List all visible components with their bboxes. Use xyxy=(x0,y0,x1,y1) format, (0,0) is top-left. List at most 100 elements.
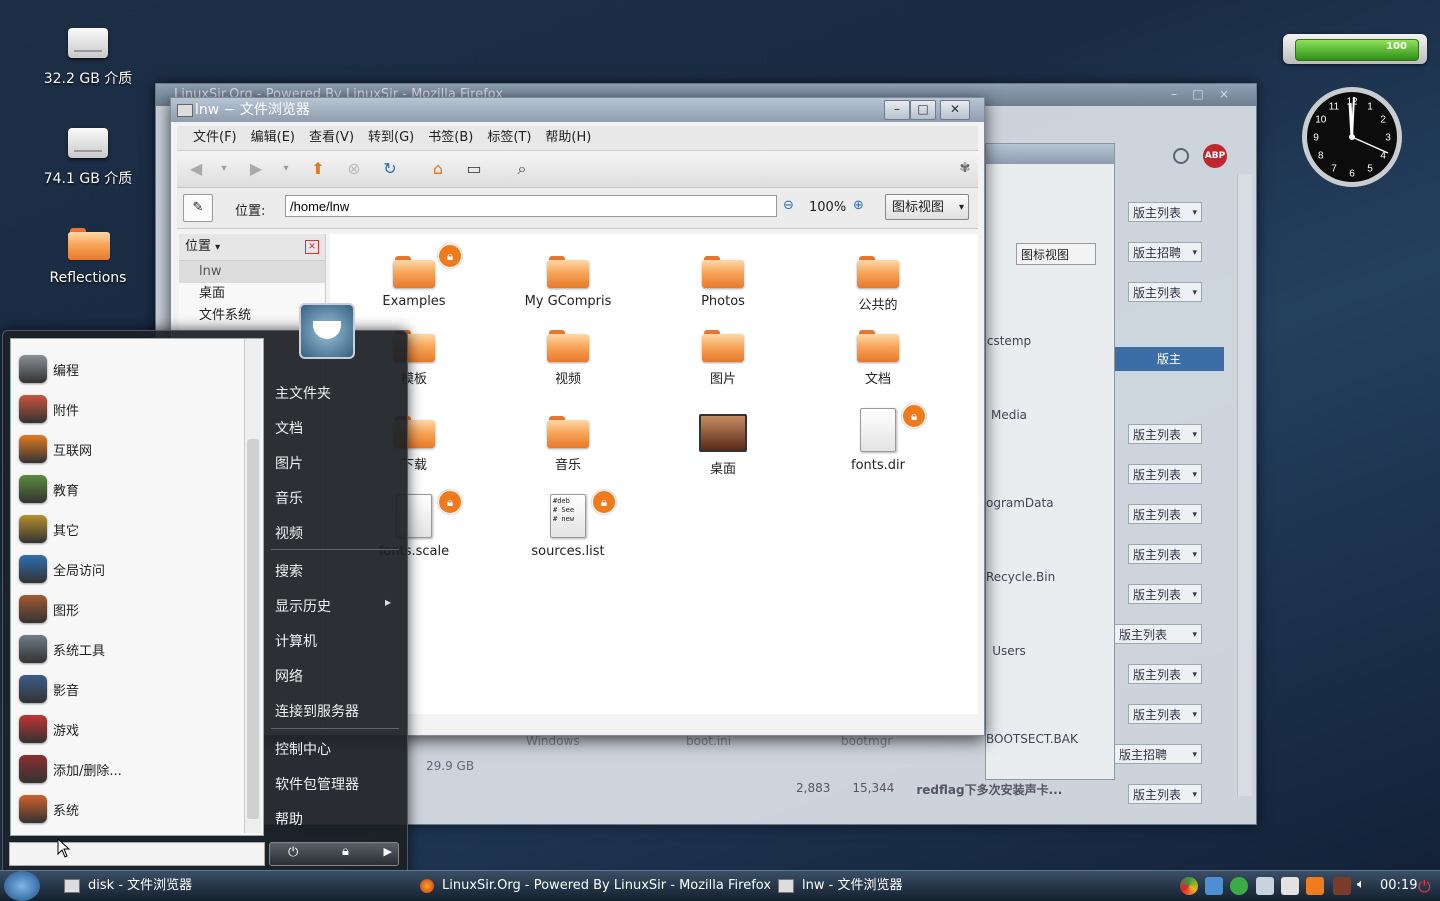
power-icon[interactable]: ⏻ xyxy=(288,845,298,860)
clock-time[interactable]: 00:19 xyxy=(1380,878,1417,893)
file-item[interactable]: #deb # See # new 🔒︎ sources.list xyxy=(508,490,628,559)
start-action-item[interactable]: 显示历史 xyxy=(275,596,331,616)
shutdown-icon[interactable]: ⏻ xyxy=(1418,877,1436,896)
forum-select[interactable]: 版主列表 ▾ xyxy=(1128,704,1202,724)
back-dropdown-icon[interactable]: ▾ xyxy=(213,159,235,179)
zoom-level[interactable]: 100% xyxy=(809,200,846,215)
start-action-item[interactable]: 网络 xyxy=(275,666,303,686)
disk-item[interactable]: ogramData xyxy=(986,496,1054,510)
start-category-item[interactable]: 其它 xyxy=(19,511,79,547)
file-item[interactable]: My GCompris xyxy=(508,248,628,309)
file-item[interactable]: 🔒︎ Examples xyxy=(354,244,474,309)
search-icon[interactable]: ⌕ xyxy=(511,159,533,179)
adblock-icon[interactable]: ABP xyxy=(1203,144,1227,168)
menu-item[interactable]: 转到(G) xyxy=(368,126,414,150)
close-button[interactable]: ✕ xyxy=(940,100,970,120)
forum-select[interactable]: 版主列表 ▾ xyxy=(1128,584,1202,604)
disk-item[interactable]: cstemp xyxy=(986,334,1032,348)
disk-item[interactable]: Recycle.Bin xyxy=(986,570,1055,584)
forum-select[interactable]: 版主列表 ▾ xyxy=(1128,202,1202,222)
update-icon[interactable] xyxy=(1205,877,1223,895)
sidebar-header[interactable]: 位置 ▾ ✕ xyxy=(179,234,325,261)
desktop-icon-drive-32[interactable]: 32.2 GB 介质 xyxy=(33,28,143,88)
start-system-item[interactable]: 帮助 xyxy=(275,809,303,829)
display-icon[interactable] xyxy=(1256,877,1274,895)
menu-item[interactable]: 书签(B) xyxy=(428,126,473,150)
task-firefox[interactable]: LinuxSir.Org - Powered By LinuxSir - Moz… xyxy=(420,871,771,901)
start-place-item[interactable]: 文档 xyxy=(275,418,303,438)
disk-item[interactable]: Users xyxy=(986,644,1032,658)
task-disk[interactable]: disk - 文件浏览器 xyxy=(64,871,192,901)
stop-icon[interactable]: ⊗ xyxy=(343,159,365,179)
start-system-item[interactable]: 软件包管理器 xyxy=(275,774,359,794)
home-icon[interactable]: ⌂ xyxy=(427,159,449,179)
maximize-button[interactable]: □ xyxy=(1186,86,1210,104)
user-avatar[interactable] xyxy=(299,303,355,359)
minimize-button[interactable]: – xyxy=(1162,86,1186,104)
network-icon[interactable] xyxy=(1180,877,1198,895)
start-place-item[interactable]: 图片 xyxy=(275,453,303,473)
start-action-item[interactable]: 连接到服务器 xyxy=(275,701,359,721)
search-icon[interactable] xyxy=(1173,148,1189,164)
edit-location-icon[interactable]: ✎ xyxy=(183,194,213,222)
zoom-in-icon[interactable]: ⊕ xyxy=(853,198,864,213)
desktop-icon-reflections[interactable]: Reflections xyxy=(33,228,143,286)
file-item[interactable]: 桌面 xyxy=(663,408,783,477)
zoom-out-icon[interactable]: ⊖ xyxy=(783,198,794,213)
disk-window-titlebar[interactable] xyxy=(986,144,1114,164)
minimize-button[interactable]: – xyxy=(884,100,910,120)
forum-select[interactable]: 版主列表 ▾ xyxy=(1128,544,1202,564)
sidebar-item-desktop[interactable]: 桌面 xyxy=(179,283,325,305)
start-place-item[interactable]: 音乐 xyxy=(275,488,303,508)
start-category-item[interactable]: 全局访问 xyxy=(19,551,105,587)
forum-select[interactable]: 版主列表 ▾ xyxy=(1114,624,1202,644)
desktop-icon-drive-74[interactable]: 74.1 GB 介质 xyxy=(33,128,143,188)
start-place-item[interactable]: 主文件夹 xyxy=(275,383,331,403)
disk-item[interactable]: bootmgr xyxy=(841,734,892,748)
back-icon[interactable]: ◀ xyxy=(185,159,207,179)
menu-item[interactable]: 标签(T) xyxy=(487,126,531,150)
start-place-item[interactable]: 视频 xyxy=(275,523,303,543)
forum-select[interactable]: 版主列表 ▾ xyxy=(1128,504,1202,524)
forum-select[interactable]: 版主列表 ▾ xyxy=(1128,664,1202,684)
start-category-item[interactable]: 添加/删除... xyxy=(19,751,122,787)
task-lnw[interactable]: lnw - 文件浏览器 xyxy=(778,871,902,901)
menu-item[interactable]: 帮助(H) xyxy=(545,126,591,150)
forum-select[interactable]: 版主列表 ▾ xyxy=(1128,424,1202,444)
forum-select[interactable]: 版主列表 ▾ xyxy=(1128,464,1202,484)
computer-icon[interactable]: ▭ xyxy=(463,159,485,179)
package-icon[interactable] xyxy=(1306,877,1324,895)
maximize-button[interactable]: □ xyxy=(910,100,936,120)
reload-icon[interactable]: ↻ xyxy=(379,159,401,179)
disk-item[interactable]: Windows xyxy=(526,734,580,748)
forum-post-title[interactable]: redflag下多次安装声卡... xyxy=(916,781,1062,798)
forum-select[interactable]: 版主列表 ▾ xyxy=(1128,784,1202,804)
file-item[interactable]: 图片 xyxy=(663,322,783,387)
close-icon[interactable]: ✕ xyxy=(305,240,319,254)
start-category-item[interactable]: 互联网 xyxy=(19,431,92,467)
screen-icon[interactable] xyxy=(1333,877,1351,895)
disk-item[interactable]: Media xyxy=(986,408,1032,422)
start-button[interactable] xyxy=(4,871,40,901)
start-category-item[interactable]: 游戏 xyxy=(19,711,79,747)
file-item[interactable]: 公共的 xyxy=(818,248,938,313)
start-category-item[interactable]: 编程 xyxy=(19,351,79,387)
view-mode-select[interactable]: 图标视图 ▾ xyxy=(885,194,969,220)
start-system-item[interactable]: 控制中心 xyxy=(275,739,331,759)
start-category-item[interactable]: 图形 xyxy=(19,591,79,627)
file-item[interactable]: Photos xyxy=(663,248,783,309)
sidebar-item-lnw[interactable]: lnw xyxy=(179,261,325,283)
volume-icon[interactable]: 🔈︎ xyxy=(1357,877,1375,895)
disk-view-select[interactable]: 图标视图 xyxy=(1016,243,1096,265)
drive-icon[interactable] xyxy=(1281,877,1299,895)
disk-item[interactable]: BOOTSECT.BAK xyxy=(986,732,1078,746)
close-button[interactable]: × xyxy=(1212,86,1236,104)
forum-select[interactable]: 版主列表 ▾ xyxy=(1128,282,1202,302)
start-search-input[interactable] xyxy=(9,842,265,866)
disk-file-browser-window[interactable]: 图标视图 29.9 GB cstemp Media ogramData Recycle… xyxy=(426,143,1115,780)
scrollbar[interactable] xyxy=(244,339,261,833)
forum-select[interactable]: 版主招聘 ▾ xyxy=(1128,242,1202,262)
menu-item[interactable]: 编辑(E) xyxy=(251,126,295,150)
start-category-item[interactable]: 系统 xyxy=(19,791,79,827)
file-item[interactable]: 🔒︎ fonts.dir xyxy=(818,404,938,473)
